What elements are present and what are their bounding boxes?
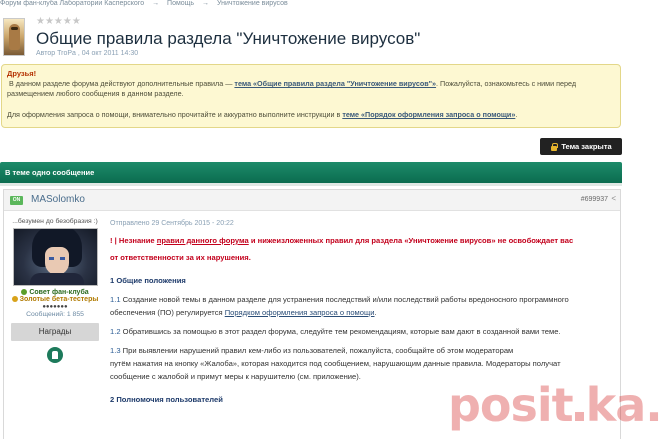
post-date: Отправлено 29 Сентябрь 2015 - 20:22 [110, 220, 234, 227]
notice-text: В данном разделе форума действуют дополн… [9, 79, 235, 88]
notice-line: Для оформления запроса о помощи, внимате… [7, 110, 615, 120]
medal-icon [11, 296, 18, 302]
watermark-dot [574, 412, 584, 421]
user-group-council: Совет фан-клуба [4, 289, 106, 296]
rating-stars-icon[interactable]: ★★★★★ [36, 17, 81, 27]
topic-author-avatar[interactable] [3, 18, 25, 56]
watermark: positka.ru [448, 378, 660, 432]
topic-meta: Автор TroPa , 04 окт 2011 14:30 [36, 50, 139, 57]
online-badge: ON [10, 196, 23, 205]
award-icon[interactable] [47, 347, 63, 363]
post-number-link[interactable]: #699937 [581, 196, 608, 203]
notice-line: размещением любого сообщения в данном ра… [7, 89, 184, 98]
share-icon[interactable]: < [611, 195, 616, 203]
page-title: Общие правила раздела "Уничтожение вирус… [36, 29, 421, 48]
rule-paragraph: 1.2 Обратившись за помощью в этот раздел… [110, 327, 561, 336]
breadcrumb-arrow: → [152, 0, 160, 7]
breadcrumb-forum[interactable]: Форум фан-клуба Лаборатории Касперского [0, 0, 144, 7]
request-procedure-link[interactable]: теме «Порядок оформления запроса о помощ… [342, 110, 515, 119]
group-icon [21, 289, 28, 295]
breadcrumb-virus-removal[interactable]: Уничтожение вирусов [217, 0, 288, 7]
post-author-link[interactable]: MASolomko [31, 193, 85, 207]
reputation-pips: ●●●●●●● [42, 304, 68, 310]
section-heading: 1 Общие положения [110, 276, 186, 285]
warning-text: ! | Незнание правил данного форума и ниж… [110, 236, 574, 245]
avatar[interactable] [12, 228, 98, 286]
topic-header: ★★★★★ Общие правила раздела "Уничтожение… [0, 12, 660, 60]
breadcrumb: Форум фан-клуба Лаборатории Касперского … [0, 0, 660, 8]
rules-topic-link[interactable]: тема «Общие правила раздела "Уничтожение… [234, 79, 436, 88]
topic-bar: В теме одно сообщение [0, 162, 622, 183]
notice-line: В данном разделе форума действуют дополн… [7, 79, 615, 89]
request-procedure-link[interactable]: Порядком оформления запроса о помощи [225, 308, 375, 317]
user-group-beta: Золотые бета-тестеры [4, 296, 106, 303]
notice-text: Для оформления запроса о помощи, внимате… [7, 110, 343, 119]
forum-rules-link[interactable]: правил данного форума [157, 236, 249, 245]
awards-header: Награды [11, 323, 99, 341]
forum-notice: Друзья! В данном разделе форума действую… [1, 64, 621, 128]
breadcrumb-help[interactable]: Помощь [167, 0, 194, 7]
notice-text: . [515, 110, 518, 119]
topic-closed-label: Тема закрыта [561, 142, 612, 151]
meerkat-image [9, 24, 20, 50]
notice-greeting: Друзья! [7, 69, 37, 78]
author-sidebar: ...безумен до безобразия :) Совет фан-кл… [4, 212, 106, 439]
breadcrumb-arrow: → [202, 0, 210, 7]
message-count: Сообщений: 1 855 [26, 311, 84, 318]
lock-icon [550, 142, 559, 151]
divider [0, 183, 622, 186]
topic-closed-button[interactable]: Тема закрыта [540, 138, 622, 155]
post-content: Отправлено 29 Сентябрь 2015 - 20:22 ! | … [110, 212, 618, 406]
post-header: ON MASolomko #699937 < [4, 190, 620, 211]
notice-text: . Пожалуйста, ознакомьтесь с ними перед [436, 79, 577, 88]
warning-text: от ответственности за их нарушения. [110, 253, 251, 262]
rule-paragraph: 1.1 Создание новой темы в данном разделе… [110, 295, 569, 317]
user-status: ...безумен до безобразия :) [12, 218, 98, 225]
